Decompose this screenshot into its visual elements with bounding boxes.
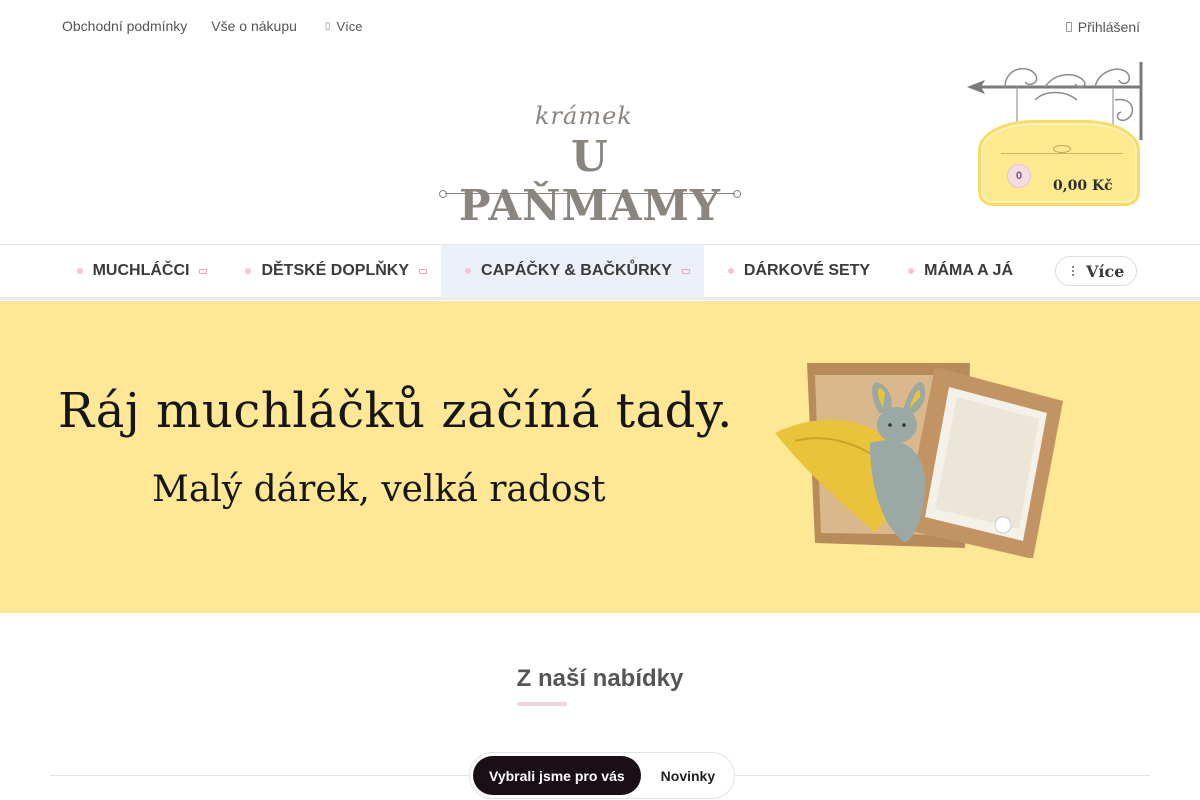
gift-box-illustration	[775, 363, 1063, 558]
submenu-icon	[199, 268, 208, 274]
top-link-label: Vše o nákupu	[211, 18, 297, 34]
nav-item-detske-doplnky[interactable]: DĚTSKÉ DOPLŇKY	[221, 245, 441, 298]
login-link[interactable]: Přihlášení	[1065, 19, 1140, 35]
top-bar: Obchodní podmínky Vše o nákupu ▯ Více Při…	[0, 0, 1200, 54]
site-logo[interactable]: krámek U PAŇMAMY	[439, 100, 741, 230]
top-link-more[interactable]: ▯ Více	[321, 18, 363, 34]
nav-more-button[interactable]: Více	[1055, 256, 1138, 286]
bullet-icon	[465, 268, 472, 274]
logo-small-text: krámek	[535, 102, 633, 130]
bullet-icon	[908, 268, 915, 274]
bullet-icon	[245, 268, 252, 274]
submenu-icon	[681, 268, 690, 274]
nav-item-label: CAPÁČKY & BAČKŮRKY	[481, 262, 672, 279]
nav-item-label: MÁMA A JÁ	[924, 262, 1013, 279]
logo-main-text: U PAŇMAMY	[458, 132, 722, 230]
user-icon	[1065, 22, 1072, 32]
nav-item-muchlacci[interactable]: MUCHLÁČCI	[53, 245, 222, 298]
ornament-icon	[1053, 145, 1071, 153]
cart-total: 0,00 Kč	[1053, 178, 1113, 194]
hero-banner[interactable]: Ráj muchláčků začíná tady. Malý dárek, v…	[0, 301, 1200, 613]
top-link-label: Obchodní podmínky	[62, 18, 188, 34]
top-link-terms[interactable]: Obchodní podmínky	[62, 18, 187, 34]
section-title: Z naší nabídky	[516, 665, 684, 692]
top-links: Obchodní podmínky Vše o nákupu ▯ Více	[62, 18, 362, 34]
more-icon: ▯	[324, 20, 331, 32]
nav-item-mama-a-ja[interactable]: MÁMA A JÁ	[884, 245, 1035, 298]
cart-count-badge: 0	[1007, 164, 1031, 188]
plate-rule	[1001, 153, 1123, 154]
nav-item-label: MUCHLÁČCI	[92, 262, 190, 279]
tab-new[interactable]: Novinky	[645, 756, 731, 795]
main-nav: MUCHLÁČCI DĚTSKÉ DOPLŇKY CAPÁČKY & BAČKŮ…	[0, 244, 1200, 300]
bullet-icon	[727, 268, 734, 274]
top-link-label: Více	[336, 18, 363, 34]
nav-item-label: DÁRKOVÉ SETY	[743, 262, 871, 279]
hero-headline: Ráj muchláčků začíná tady.	[58, 383, 733, 439]
top-link-shopping-info[interactable]: Vše o nákupu	[211, 18, 297, 34]
bullet-icon	[76, 268, 83, 274]
cart-button[interactable]: 0 0,00 Kč	[965, 60, 1145, 210]
nav-item-label: DĚTSKÉ DOPLŇKY	[261, 262, 410, 279]
more-icon	[1072, 266, 1078, 276]
hero-subline: Malý dárek, velká radost	[152, 469, 606, 510]
nav-item-darkove-sety[interactable]: DÁRKOVÉ SETY	[704, 245, 884, 298]
submenu-icon	[419, 268, 428, 274]
nav-item-capacky-backurky[interactable]: CAPÁČKY & BAČKŮRKY	[441, 244, 704, 298]
product-tabs: Vybrali jsme pro vás Novinky	[469, 752, 736, 799]
nav-items: MUCHLÁČCI DĚTSKÉ DOPLŇKY CAPÁČKY & BAČKŮ…	[53, 244, 1138, 298]
logo-rule	[439, 190, 741, 198]
section-underline	[517, 702, 567, 706]
login-label: Přihlášení	[1077, 19, 1140, 35]
tab-recommended[interactable]: Vybrali jsme pro vás	[473, 756, 641, 795]
nav-more-label: Více	[1086, 261, 1125, 281]
